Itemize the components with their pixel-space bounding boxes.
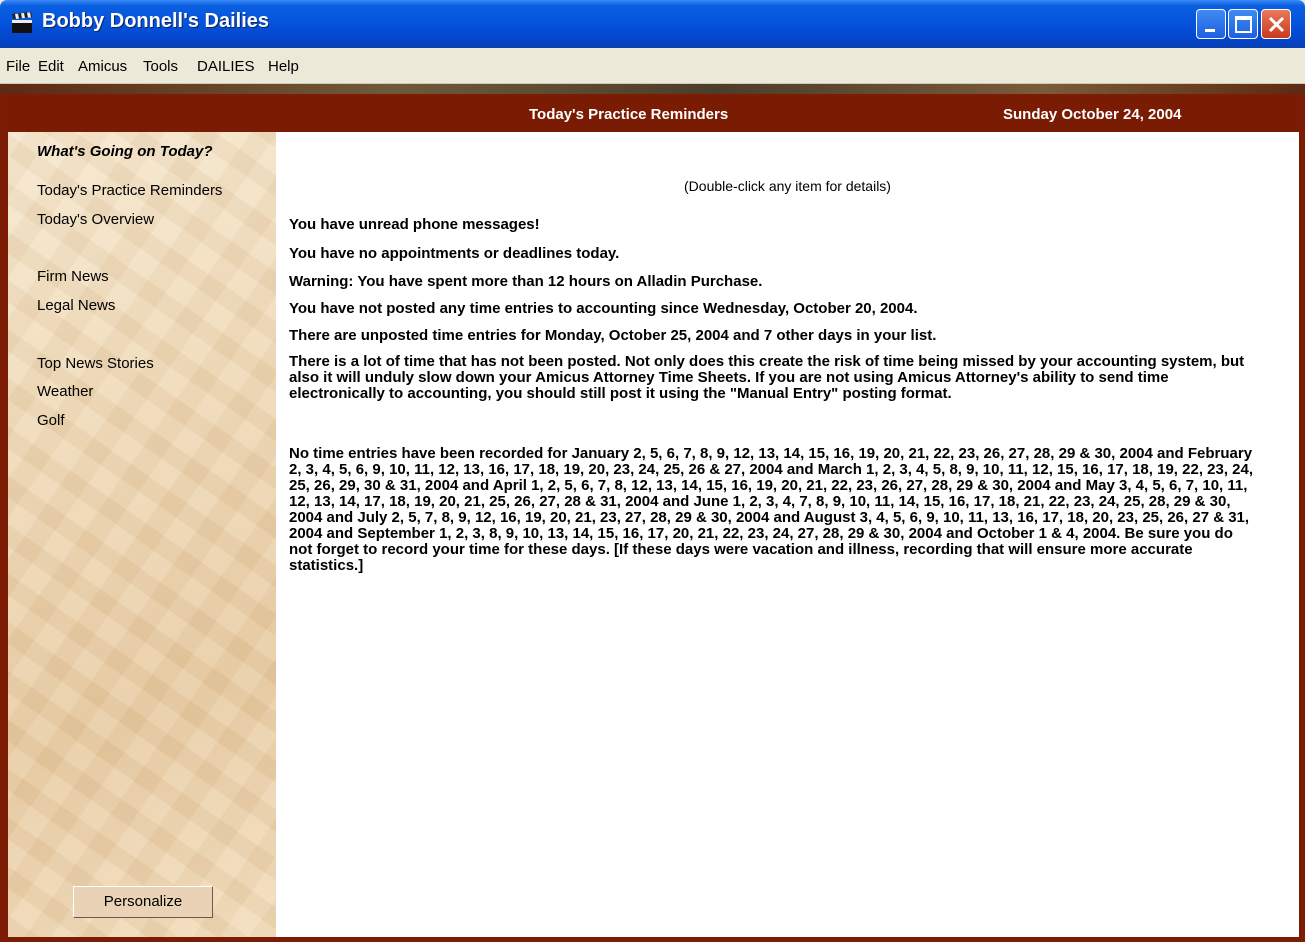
header-date: Sunday October 24, 2004 (1003, 106, 1182, 123)
sidebar-item-practice-reminders[interactable]: Today's Practice Reminders (37, 182, 222, 199)
reminder-item[interactable]: You have no appointments or deadlines to… (289, 246, 1254, 262)
menu-file[interactable]: File (6, 58, 30, 75)
window-title: Bobby Donnell's Dailies (42, 10, 270, 32)
close-icon (1268, 16, 1285, 33)
banner-strip (0, 84, 1305, 94)
sidebar-item-golf[interactable]: Golf (37, 412, 65, 429)
clapperboard-icon (12, 12, 32, 33)
reminder-item[interactable]: You have not posted any time entries to … (289, 301, 1254, 317)
maximize-icon (1235, 16, 1252, 33)
reminder-item[interactable]: No time entries have been recorded for J… (289, 446, 1254, 574)
reminder-item[interactable]: Warning: You have spent more than 12 hou… (289, 274, 1254, 290)
sidebar-item-top-news[interactable]: Top News Stories (37, 355, 154, 372)
sidebar-item-legal-news[interactable]: Legal News (37, 297, 115, 314)
page-title: Today's Practice Reminders (529, 106, 729, 123)
minimize-icon (1205, 29, 1215, 32)
menu-help[interactable]: Help (268, 58, 299, 75)
sidebar-item-weather[interactable]: Weather (37, 383, 93, 400)
menu-tools[interactable]: Tools (143, 58, 178, 75)
menu-dailies[interactable]: DAILIES (197, 58, 255, 75)
menu-bar: File Edit Amicus Tools DAILIES Help (0, 48, 1305, 84)
reminder-item[interactable]: There are unposted time entries for Mond… (289, 328, 1254, 344)
sidebar-item-overview[interactable]: Today's Overview (37, 211, 154, 228)
sidebar (8, 132, 276, 937)
maximize-button[interactable] (1228, 9, 1258, 39)
title-bar[interactable]: Bobby Donnell's Dailies (0, 0, 1305, 48)
sidebar-heading: What's Going on Today? (37, 143, 213, 160)
minimize-button[interactable] (1196, 9, 1226, 39)
reminder-item[interactable]: There is a lot of time that has not been… (289, 354, 1254, 402)
menu-edit[interactable]: Edit (38, 58, 64, 75)
personalize-button[interactable]: Personalize (73, 886, 213, 918)
menu-amicus[interactable]: Amicus (78, 58, 127, 75)
close-button[interactable] (1261, 9, 1291, 39)
details-hint: (Double-click any item for details) (684, 178, 891, 194)
sidebar-item-firm-news[interactable]: Firm News (37, 268, 109, 285)
reminder-item[interactable]: You have unread phone messages! (289, 217, 1254, 233)
